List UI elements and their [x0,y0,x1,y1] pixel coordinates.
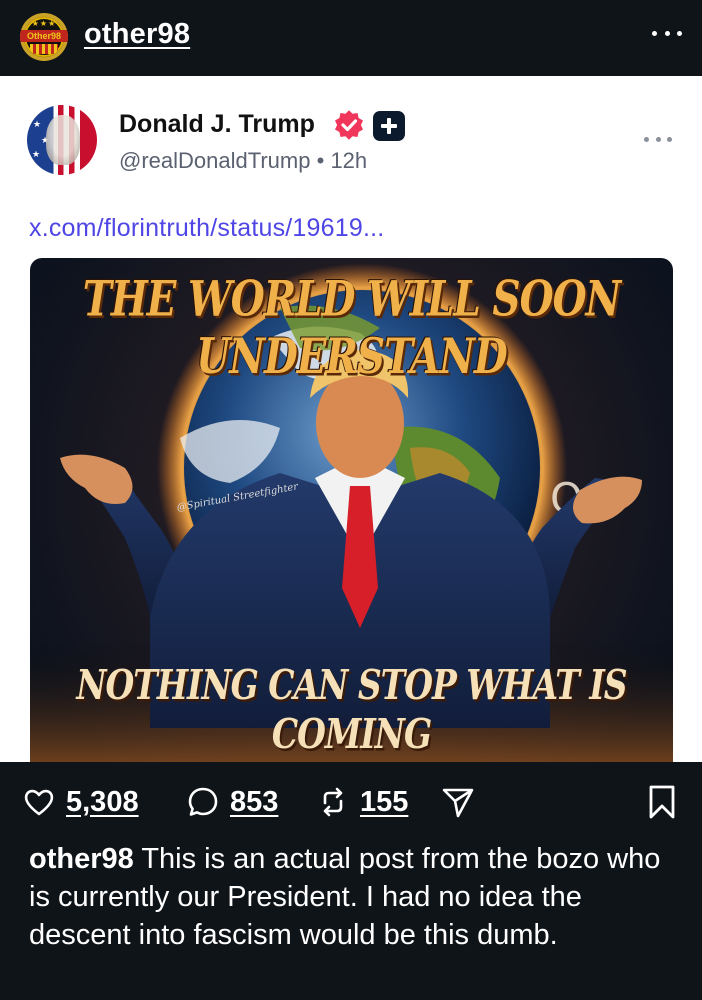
image-headline-top: THE WORLD WILL SOON UNDERSTAND [82,270,621,386]
caption-username[interactable]: other98 [29,843,134,875]
star-icon: ★ [32,149,41,159]
repost-count[interactable]: 155 [360,786,408,819]
author-name[interactable]: Donald J. Trump [119,110,315,139]
author-avatar[interactable]: ★ ★ ★ [27,105,97,175]
avatar-face [46,115,80,165]
comment-button[interactable]: 853 [186,782,278,822]
comment-icon [188,787,218,816]
more-horizontal-icon[interactable] [652,18,682,48]
post-link[interactable]: x.com/florintruth/status/19619... [29,214,384,243]
heart-icon [24,789,54,816]
like-count[interactable]: 5,308 [66,786,139,819]
profile-username[interactable]: other98 [84,18,190,51]
separator-dot: • [316,148,325,173]
like-button[interactable]: 5,308 [22,782,139,822]
repost-button[interactable]: 155 [316,782,408,822]
post-time: 12h [330,148,368,173]
handle-text: @realDonaldTrump [119,148,311,173]
share-icon[interactable] [440,784,476,820]
post-footer: 5,308 853 155 other98 This is an actual … [0,762,702,1000]
post-image[interactable]: Q+ THE WORLD WILL SOON UNDERSTAND @Spiri… [30,258,673,762]
profile-avatar[interactable]: ★★★ Other98 [20,13,68,61]
caption: other98 This is an actual post from the … [29,840,689,954]
star-icon: ★ [33,119,42,129]
bookmark-icon[interactable] [647,784,677,820]
embedded-post: ★ ★ ★ Donald J. Trump @realDonaldTrump •… [0,76,702,762]
top-bar: ★★★ Other98 other98 [0,0,702,76]
truth-plus-icon [373,111,405,141]
author-handle[interactable]: @realDonaldTrump • 12h [119,148,367,174]
post-more-icon[interactable] [644,134,672,144]
avatar-stars: ★★★ [31,19,57,28]
verified-badge-icon [335,110,363,140]
image-headline-bottom: NOTHING CAN STOP WHAT IS COMING [76,660,627,758]
avatar-stripes [30,44,58,54]
avatar-label: Other98 [20,30,68,42]
comment-count[interactable]: 853 [230,786,278,819]
repost-icon [323,787,343,817]
